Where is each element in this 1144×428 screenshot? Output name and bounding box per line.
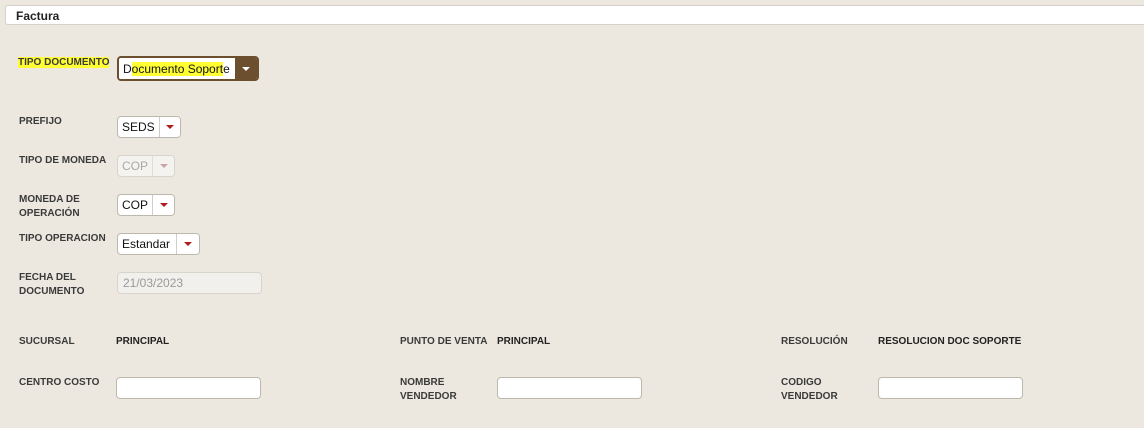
centro-costo-label: CENTRO COSTO xyxy=(19,377,100,388)
tipo-moneda-select: COP xyxy=(117,155,175,177)
moneda-operacion-label: MONEDA DE OPERACIÓN xyxy=(19,193,80,221)
tipo-documento-value-pre: D xyxy=(123,61,132,76)
tab-bar: Factura xyxy=(5,5,1144,25)
prefijo-value[interactable]: SEDS xyxy=(118,117,159,137)
moneda-operacion-dropdown-button[interactable] xyxy=(152,195,174,215)
tipo-operacion-value[interactable]: Estandar xyxy=(118,234,176,254)
fecha-documento-label: FECHA DEL DOCUMENTO xyxy=(19,271,84,299)
tipo-moneda-value: COP xyxy=(122,159,149,173)
tab-factura[interactable]: Factura xyxy=(16,9,59,23)
nombre-vendedor-label-line2: VENDEDOR xyxy=(400,391,457,402)
fecha-documento-label-line1: FECHA DEL xyxy=(19,272,76,283)
tipo-documento-value-highlight: ocumento Soport xyxy=(131,61,224,76)
sucursal-value: PRINCIPAL xyxy=(116,336,170,347)
chevron-down-icon xyxy=(159,164,168,168)
tipo-documento-value-post: e xyxy=(223,61,230,76)
tipo-documento-dropdown-button[interactable] xyxy=(235,58,257,79)
fecha-documento-input: 21/03/2023 xyxy=(117,272,262,294)
sucursal-label: SUCURSAL xyxy=(19,336,75,347)
moneda-operacion-label-line1: MONEDA DE xyxy=(19,194,80,205)
chevron-down-icon xyxy=(159,203,168,207)
resolucion-value: RESOLUCION DOC SOPORTE xyxy=(878,336,1022,347)
chevron-down-icon xyxy=(184,242,192,246)
moneda-operacion-label-line2: OPERACIÓN xyxy=(19,208,80,219)
tipo-documento-select[interactable]: Documento Soport e xyxy=(117,56,259,81)
chevron-down-icon xyxy=(165,125,174,129)
codigo-vendedor-label: CODIGO VENDEDOR xyxy=(781,376,838,404)
tipo-documento-value[interactable]: Documento Soport e xyxy=(119,58,235,79)
codigo-vendedor-label-line1: CODIGO xyxy=(781,377,822,388)
tipo-documento-label-text: TIPO DOCUMENTO xyxy=(18,57,110,68)
tipo-documento-label: TIPO DOCUMENTO xyxy=(18,56,110,70)
codigo-vendedor-label-line2: VENDEDOR xyxy=(781,391,838,402)
centro-costo-input[interactable] xyxy=(116,377,261,399)
moneda-operacion-value[interactable]: COP xyxy=(118,195,152,215)
nombre-vendedor-label: NOMBRE VENDEDOR xyxy=(400,376,457,404)
nombre-vendedor-input[interactable] xyxy=(497,377,642,399)
fecha-documento-label-line2: DOCUMENTO xyxy=(19,286,85,297)
moneda-operacion-select[interactable]: COP xyxy=(117,194,175,216)
tipo-operacion-select[interactable]: Estandar xyxy=(117,233,200,255)
nombre-vendedor-label-line1: NOMBRE xyxy=(400,377,445,388)
punto-venta-label: PUNTO DE VENTA xyxy=(400,336,488,347)
punto-venta-value: PRINCIPAL xyxy=(497,336,551,347)
tipo-moneda-dropdown-button xyxy=(152,156,174,176)
resolucion-label: RESOLUCIÓN xyxy=(781,336,848,347)
tipo-operacion-dropdown-button[interactable] xyxy=(176,234,199,254)
prefijo-label: PREFIJO xyxy=(19,116,62,127)
prefijo-dropdown-button[interactable] xyxy=(158,117,180,137)
prefijo-select[interactable]: SEDS xyxy=(117,116,181,138)
chevron-down-icon xyxy=(242,66,250,71)
tipo-operacion-label: TIPO OPERACION xyxy=(19,233,106,244)
codigo-vendedor-input[interactable] xyxy=(878,377,1023,399)
tipo-moneda-label: TIPO DE MONEDA xyxy=(19,155,107,166)
